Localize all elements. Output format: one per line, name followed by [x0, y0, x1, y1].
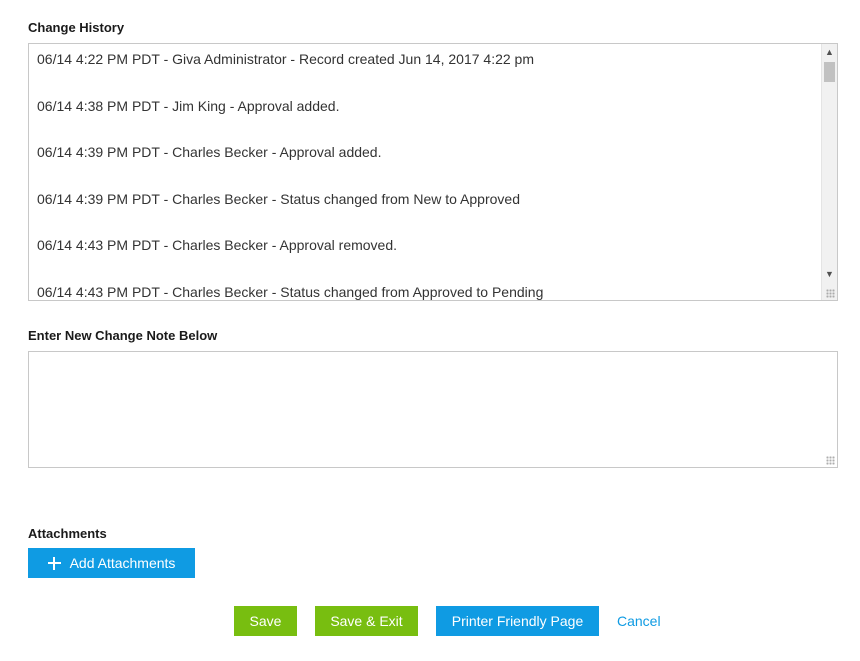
history-entry: 06/14 4:22 PM PDT - Giva Administrator -…	[37, 51, 534, 67]
history-entry: 06/14 4:43 PM PDT - Charles Becker - Sta…	[37, 283, 544, 300]
history-entry: 06/14 4:39 PM PDT - Charles Becker - App…	[37, 144, 382, 161]
resize-grip-icon[interactable]	[826, 289, 835, 298]
change-history-box[interactable]: 06/14 4:22 PM PDT - Giva Administrator -…	[28, 43, 838, 301]
save-button[interactable]: Save	[234, 606, 297, 636]
change-history-page: Change History 06/14 4:22 PM PDT - Giva …	[0, 0, 860, 661]
chevron-down-icon[interactable]: ▼	[822, 266, 837, 282]
scrollbar-thumb[interactable]	[824, 62, 835, 82]
change-note-input[interactable]	[28, 351, 838, 468]
history-entry: 06/14 4:38 PM PDT - Jim King - Approval …	[37, 97, 340, 114]
printer-friendly-button[interactable]: Printer Friendly Page	[436, 606, 599, 636]
change-history-list: 06/14 4:22 PM PDT - Giva Administrator -…	[29, 44, 821, 300]
add-attachments-button[interactable]: Add Attachments	[28, 548, 195, 578]
plus-icon	[47, 556, 61, 570]
attachments-label: Attachments	[28, 526, 107, 541]
new-note-label: Enter New Change Note Below	[28, 328, 218, 343]
add-attachments-label: Add Attachments	[69, 555, 176, 571]
history-entry: 06/14 4:43 PM PDT - Charles Becker - App…	[37, 237, 398, 254]
cancel-link[interactable]: Cancel	[617, 613, 661, 629]
change-history-label: Change History	[28, 20, 125, 35]
save-exit-button[interactable]: Save & Exit	[315, 606, 418, 636]
history-scrollbar[interactable]: ▲ ▼	[821, 44, 837, 300]
chevron-up-icon[interactable]: ▲	[822, 44, 837, 60]
history-entry: 06/14 4:39 PM PDT - Charles Becker - Sta…	[37, 190, 520, 207]
